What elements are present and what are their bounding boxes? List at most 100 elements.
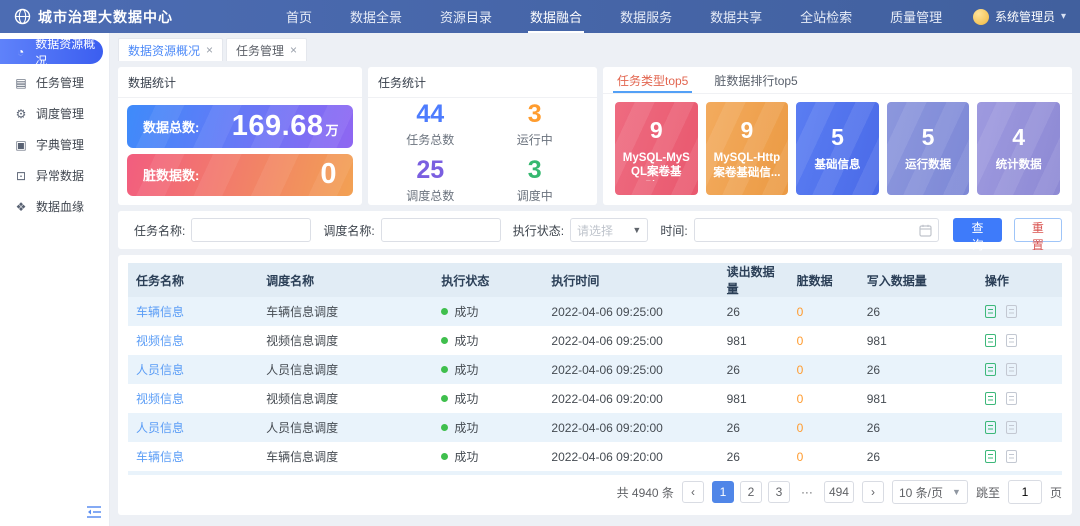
avatar (973, 9, 989, 25)
table-header-cell: 读出数据量 (719, 263, 789, 297)
nav-item[interactable]: 数据共享 (698, 0, 774, 33)
status-cell: 成功 (433, 297, 543, 326)
sidebar-item[interactable]: ⊡ 异常数据 (0, 163, 103, 188)
nav-item[interactable]: 数据服务 (608, 0, 684, 33)
task-name-link[interactable]: 车辆信息 (136, 305, 184, 319)
page-number-button[interactable]: 3 (768, 481, 790, 503)
schedule-name-cell: 人员信息调度 (258, 413, 433, 442)
main-nav: 首页数据全景资源目录数据融合数据服务数据共享全站检索质量管理 (274, 0, 954, 33)
workspace-tab-label: 任务管理 (236, 42, 284, 59)
nav-item[interactable]: 首页 (274, 0, 324, 33)
success-dot-icon (441, 395, 448, 402)
sidebar-item[interactable]: ◔ 数据资源概况 (0, 39, 103, 64)
schedule-name-cell: 视频信息调度 (258, 384, 433, 413)
task-name-link[interactable]: 车辆信息 (136, 450, 184, 464)
nav-item[interactable]: 数据全景 (338, 0, 414, 33)
table-row: 人员信息 人员信息调度 成功 2022-04-06 09:20:00 26 0 … (128, 413, 1062, 442)
table-header-row: 任务名称调度名称执行状态执行时间读出数据量脏数据写入数据量操作 (128, 263, 1062, 297)
page-size-select[interactable]: 10 条/页 ▼ (892, 480, 968, 504)
table-header-cell: 执行状态 (433, 263, 543, 297)
workspace-tab[interactable]: 数据资源概况 × (118, 38, 223, 61)
task-stat: 44 任务总数 (378, 102, 483, 148)
sidebar-item-label: 数据血缘 (36, 198, 84, 215)
result-file-icon[interactable] (985, 421, 996, 434)
success-dot-icon (441, 453, 448, 460)
task-stat-value: 3 (483, 158, 588, 183)
log-file-icon[interactable] (1006, 363, 1017, 376)
calendar-icon (919, 224, 932, 237)
select-arrow-icon: ▼ (952, 487, 961, 497)
schedule-name-input[interactable] (381, 218, 501, 242)
table-row: 视频信息 视频信息调度 成功 2022-04-06 09:25:00 981 0… (128, 326, 1062, 355)
page-number-button[interactable]: 2 (740, 481, 762, 503)
jump-page-input[interactable] (1008, 480, 1042, 504)
task-name-link[interactable]: 人员信息 (136, 363, 184, 377)
close-icon[interactable]: × (290, 43, 297, 57)
top5-tab[interactable]: 任务类型top5 (617, 67, 688, 93)
prev-page-button[interactable]: ‹ (682, 481, 704, 503)
read-count-cell: 981 (719, 384, 789, 413)
nav-item[interactable]: 全站检索 (788, 0, 864, 33)
workspace-tab[interactable]: 任务管理 × (226, 38, 307, 61)
write-count-cell: 26 (859, 471, 977, 475)
top-navbar: 城市治理大数据中心 首页数据全景资源目录数据融合数据服务数据共享全站检索质量管理… (0, 0, 1080, 33)
result-file-icon[interactable] (985, 305, 996, 318)
status-cell: 成功 (433, 326, 543, 355)
time-range-input[interactable] (694, 218, 940, 242)
close-icon[interactable]: × (206, 43, 213, 57)
schedule-manage-icon: ⚙ (14, 107, 28, 121)
write-count-cell: 26 (859, 442, 977, 471)
task-stats-panel: 任务统计 44 任务总数 3 运行中 25 调度总数 3 (368, 67, 597, 205)
log-file-icon[interactable] (1006, 334, 1017, 347)
read-count-cell: 26 (719, 297, 789, 326)
page-number-button[interactable]: 1 (712, 481, 734, 503)
schedule-name-cell: 车辆信息调度 (258, 297, 433, 326)
sidebar-item-label: 数据资源概况 (35, 35, 103, 69)
brand: 城市治理大数据中心 (14, 7, 244, 27)
sidebar-item[interactable]: ❖ 数据血缘 (0, 194, 103, 219)
success-dot-icon (441, 308, 448, 315)
log-file-icon[interactable] (1006, 305, 1017, 318)
search-button[interactable]: 查询 (953, 218, 1001, 242)
result-file-icon[interactable] (985, 450, 996, 463)
log-file-icon[interactable] (1006, 450, 1017, 463)
top5-tab[interactable]: 脏数据排行top5 (714, 67, 797, 93)
table-header-cell: 执行时间 (543, 263, 718, 297)
top5-card-label: MySQL-Http案卷基础信... (712, 151, 783, 181)
success-dot-icon (441, 366, 448, 373)
sidebar-item[interactable]: ▤ 任务管理 (0, 70, 103, 95)
main-content: 数据资源概况 × 任务管理 × 数据统计 数据总数: 169.68万 脏数据数: (110, 33, 1080, 526)
sidebar-collapse-icon[interactable] (87, 506, 101, 518)
status-select[interactable]: 请选择 ▼ (570, 218, 648, 242)
sidebar-item[interactable]: ▣ 字典管理 (0, 132, 103, 157)
sidebar-item[interactable]: ⚙ 调度管理 (0, 101, 103, 126)
table-row: 人员信息 人员信息调度 成功 2022-04-06 09:25:00 26 0 … (128, 355, 1062, 384)
table-row: 车辆信息 车辆信息调度 成功 2022-04-06 09:20:00 26 0 … (128, 442, 1062, 471)
schedule-name-cell: 车辆信息调度 (258, 471, 433, 475)
log-file-icon[interactable] (1006, 421, 1017, 434)
panel-title: 任务统计 (368, 67, 597, 98)
top5-card-value: 5 (922, 124, 935, 151)
sidebar-item-label: 调度管理 (36, 105, 84, 122)
task-name-link[interactable]: 视频信息 (136, 392, 184, 406)
task-name-link[interactable]: 人员信息 (136, 421, 184, 435)
nav-item[interactable]: 资源目录 (428, 0, 504, 33)
read-count-cell: 26 (719, 355, 789, 384)
nav-item[interactable]: 数据融合 (518, 0, 594, 33)
task-name-link[interactable]: 视频信息 (136, 334, 184, 348)
page-number-button[interactable]: 494 (824, 481, 854, 503)
page-number-button[interactable]: ··· (796, 481, 818, 503)
nav-item[interactable]: 质量管理 (878, 0, 954, 33)
workspace-tabbar: 数据资源概况 × 任务管理 × (110, 33, 1080, 61)
user-menu[interactable]: 系统管理员 ▾ (973, 8, 1066, 25)
next-page-button[interactable]: › (862, 481, 884, 503)
result-file-icon[interactable] (985, 334, 996, 347)
log-file-icon[interactable] (1006, 392, 1017, 405)
exec-time-cell: 2022-04-06 09:20:00 (543, 384, 718, 413)
top5-card: 9 MySQL-MySQL案卷基础... (615, 102, 698, 195)
top5-card-value: 9 (740, 117, 753, 144)
task-name-input[interactable] (191, 218, 311, 242)
result-file-icon[interactable] (985, 363, 996, 376)
result-file-icon[interactable] (985, 392, 996, 405)
reset-button[interactable]: 重置 (1014, 218, 1062, 242)
